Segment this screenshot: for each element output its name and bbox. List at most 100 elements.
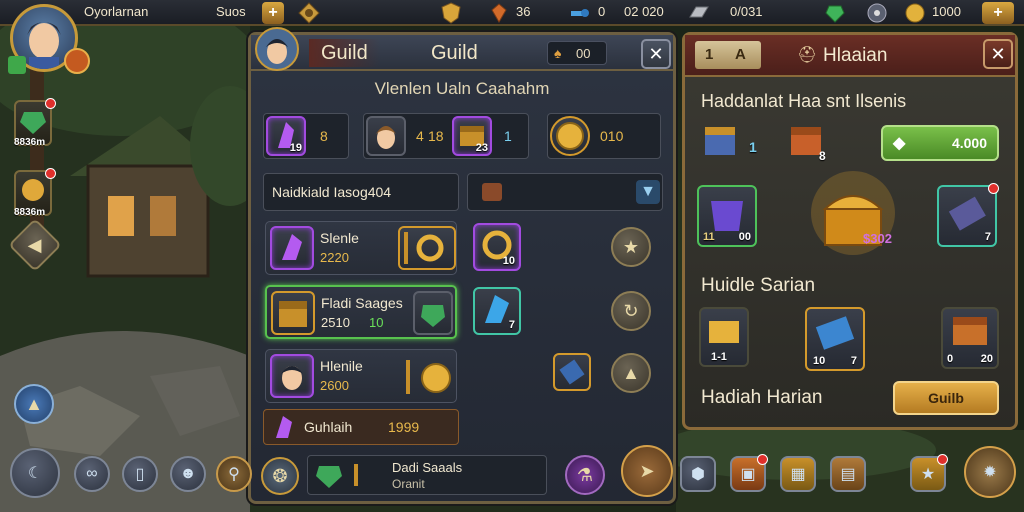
stat-hero-slot [366, 116, 406, 156]
emerald-pack-icon [421, 305, 445, 327]
quest-button[interactable]: ⚲ [216, 456, 252, 492]
stat-chest-slot: 23 [452, 116, 492, 156]
feather-icon: ☾ [27, 465, 43, 482]
events-button[interactable]: ▤ [830, 456, 866, 492]
guild-item-row-selected[interactable]: Fladi Saages 2510 10 [265, 285, 457, 339]
crafting-button[interactable]: ▦ [780, 456, 816, 492]
team-button[interactable]: ☻ [170, 456, 206, 492]
grid-slot-1[interactable]: 10 [473, 223, 521, 271]
notification-dot [757, 454, 768, 465]
trophy-icon: ★ [920, 466, 936, 483]
daily-reward-panel: 1 A ⛑ Hlaaian ✕ Haddanlat Haa snt Ilseni… [682, 32, 1018, 430]
reward-slot-scroll[interactable]: 7 [937, 183, 999, 247]
item-value: 2220 [320, 250, 349, 265]
reward-title: Hlaaian [823, 45, 888, 66]
shield-icon [441, 2, 461, 24]
grid-slot-2-count: 7 [508, 319, 515, 331]
add-button[interactable]: + [262, 2, 284, 24]
emerald-icon [825, 5, 845, 23]
gold-coin-icon [556, 122, 584, 150]
war-chest-icon [705, 127, 735, 155]
close-reward-button[interactable]: ✕ [983, 39, 1013, 69]
sword-icon: ▲ [25, 393, 43, 414]
reward-slot-chest[interactable]: 0 20 [941, 307, 999, 369]
blue-chest-icon [815, 316, 855, 350]
shop-button[interactable]: ▣ [730, 454, 768, 492]
guild-search-field[interactable]: Naidkiald Iasog404 [263, 173, 459, 211]
reward-slot-armor[interactable]: 11 00 [697, 185, 757, 247]
chest-icon: ▣ [740, 466, 756, 483]
silver-bar-icon [689, 6, 709, 18]
coin-pack-icon [22, 179, 44, 201]
book-button[interactable]: ▯ [122, 456, 158, 492]
item-value: 2600 [320, 378, 349, 393]
action-button-1[interactable]: ★ [611, 227, 651, 267]
add-gold-button[interactable]: + [982, 2, 1014, 24]
close-icon: ✕ [990, 43, 1006, 64]
guild-reward-button[interactable]: Guilb [893, 381, 999, 415]
reward-slot-crystal[interactable]: 10 7 [805, 307, 865, 371]
quest-icon: ⚲ [228, 466, 240, 483]
notification-dot [937, 454, 948, 465]
side-item-button-2[interactable]: 8836m [14, 168, 56, 218]
mountain-icon: ▲ [622, 362, 640, 383]
emerald-icon [316, 466, 342, 488]
settings-icon[interactable] [866, 2, 888, 24]
guild-panel-header: Guild Guild ♠ 00 ✕ [251, 27, 673, 71]
reward-tab-number: 1 [705, 46, 714, 63]
item-name: Hlenile [320, 358, 363, 374]
guild-item-row[interactable]: Hlenile 2600 [265, 349, 457, 403]
potion-button[interactable]: ⚗ [565, 455, 605, 495]
stat-hero-box: 4 18 23 1 [363, 113, 529, 159]
reward-heading-1: Haddanlat Haa snt Ilsenis [701, 91, 907, 111]
side-item-2-count: 8836m [14, 207, 46, 218]
armor-count: 00 [738, 231, 751, 243]
side-item-button-1[interactable]: 8836m [14, 98, 56, 148]
scroll-icon [482, 183, 502, 201]
guild-filter-dropdown[interactable]: ▼ [467, 173, 663, 211]
side-item-1-count: 8836m [14, 137, 46, 148]
reward-tab-badge[interactable]: 1 A [695, 41, 761, 69]
chevron-down-icon[interactable]: ▼ [636, 180, 660, 204]
guild-main-action-button[interactable]: ➤ [621, 445, 673, 497]
gold-count: 1000 [932, 4, 961, 19]
guild-avatar [255, 27, 299, 71]
achievements-button[interactable]: ★ [910, 454, 948, 492]
star-icon: ★ [622, 236, 640, 257]
player-name: Oyorlarnan [84, 4, 149, 19]
reward-slot-gold[interactable]: 1-1 [699, 307, 749, 367]
treasure-chest-icon [279, 301, 307, 327]
silver-count: 0/031 [730, 4, 763, 19]
grid-slot-3[interactable] [553, 353, 591, 391]
footer-label: Guhlaih [304, 419, 353, 435]
emblem-icon: ❂ [272, 465, 288, 486]
guild-chat-bar[interactable]: Dadi Saaals Oranit [307, 455, 547, 495]
stat-coin-slot [550, 116, 590, 156]
chest-count-2: 20 [980, 353, 993, 365]
settings-gear-button[interactable]: ✹ [964, 446, 1016, 498]
tab-guild-2[interactable]: Guild [419, 39, 490, 67]
top-item-1-count: 1 [749, 139, 757, 155]
guild-item-row[interactable]: Slenle 2220 [265, 221, 457, 275]
feather-button[interactable]: ☾ [10, 448, 60, 498]
grid-slot-2[interactable]: 7 [473, 287, 521, 335]
action-button-2[interactable]: ↻ [611, 291, 651, 331]
skill-button[interactable]: ▲ [14, 384, 54, 424]
scroll-count: 7 [984, 231, 991, 243]
box-icon: ▦ [790, 466, 806, 483]
claim-reward-button[interactable]: ◆ 4.000 [881, 125, 999, 161]
hero-portrait-icon [281, 366, 303, 390]
stat-chest-count: 23 [475, 142, 488, 154]
tab-guild-1[interactable]: Guild [309, 39, 380, 67]
item-slot [271, 291, 315, 335]
close-guild-button[interactable]: ✕ [641, 39, 671, 69]
chest-label: $302 [863, 231, 892, 246]
notification-dot [45, 98, 56, 109]
action-button-3[interactable]: ▲ [611, 353, 651, 393]
map-button[interactable]: ∞ [74, 456, 110, 492]
inventory-button[interactable]: ⬢ [680, 456, 716, 492]
item-name: Fladi Saages [321, 295, 403, 311]
reward-heading-2: Huidle Sarian [701, 275, 816, 296]
guild-emblem-button[interactable]: ❂ [261, 457, 299, 495]
compass-icon[interactable] [298, 2, 320, 24]
